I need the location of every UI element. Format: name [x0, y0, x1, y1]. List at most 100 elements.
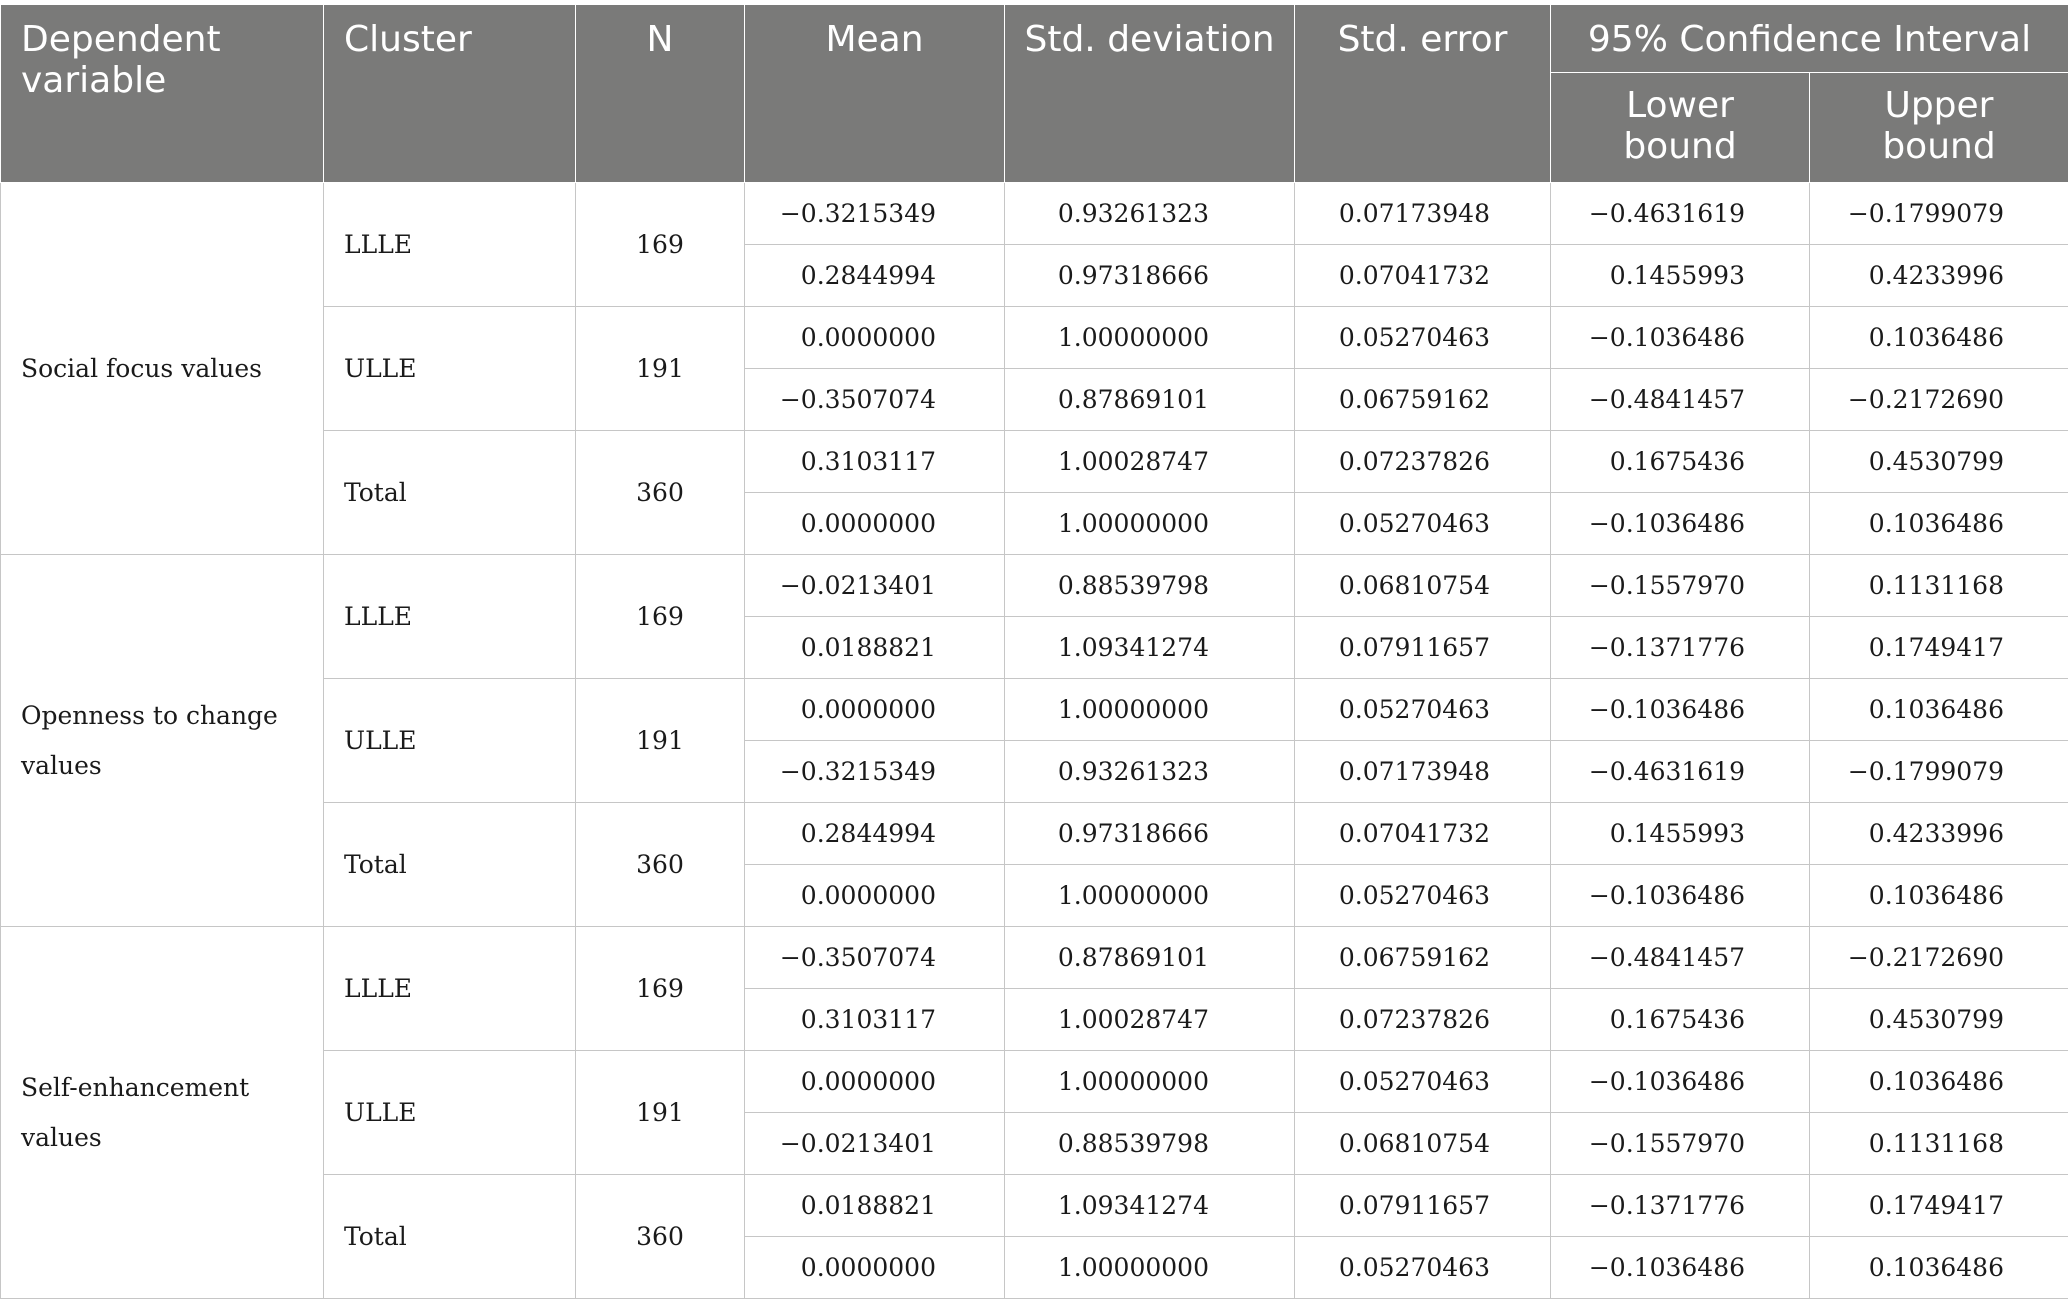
lower-bound-cell: −0.1036486 — [1550, 678, 1810, 741]
cluster-cell: LLLE — [323, 926, 576, 1051]
mean-cell: 0.0000000 — [744, 678, 1005, 741]
upper-bound-cell: 0.1749417 — [1809, 616, 2068, 679]
std-error-cell: 0.05270463 — [1294, 1050, 1551, 1113]
std-error-cell: 0.07237826 — [1294, 988, 1551, 1051]
mean-cell: 0.0000000 — [744, 306, 1005, 369]
n-cell: 360 — [575, 1174, 745, 1299]
std-error-cell: 0.06759162 — [1294, 926, 1551, 989]
dependent-variable-cell: Social focus values — [0, 182, 324, 555]
upper-bound-cell: 0.1131168 — [1809, 554, 2068, 617]
std-error-cell: 0.06810754 — [1294, 554, 1551, 617]
upper-bound-cell: 0.1036486 — [1809, 678, 2068, 741]
lower-bound-cell: −0.4841457 — [1550, 926, 1810, 989]
n-cell: 169 — [575, 926, 745, 1051]
std-error-cell: 0.07041732 — [1294, 802, 1551, 865]
header-mean: Mean — [744, 4, 1005, 183]
std-deviation-cell: 0.88539798 — [1004, 1112, 1295, 1175]
std-error-cell: 0.06759162 — [1294, 368, 1551, 431]
std-deviation-cell: 1.00028747 — [1004, 988, 1295, 1051]
upper-bound-cell: 0.1036486 — [1809, 306, 2068, 369]
std-deviation-cell: 1.00000000 — [1004, 306, 1295, 369]
header-n: N — [575, 4, 745, 183]
mean-cell: 0.0188821 — [744, 616, 1005, 679]
table-row: Self-enhancement values LLLE 169 −0.3507074… — [0, 926, 2068, 1299]
mean-cell: −0.3507074 — [744, 926, 1005, 989]
cluster-cell: LLLE — [323, 554, 576, 679]
table-header: Dependent variable Cluster N Mean Std. d… — [0, 4, 2068, 183]
std-deviation-cell: 1.09341274 — [1004, 1174, 1295, 1237]
header-std-deviation: Std. deviation — [1004, 4, 1295, 183]
upper-bound-cell: 0.1036486 — [1809, 492, 2068, 555]
header-cluster: Cluster — [323, 4, 576, 183]
std-error-cell: 0.07911657 — [1294, 616, 1551, 679]
lower-bound-cell: 0.1455993 — [1550, 244, 1810, 307]
std-deviation-cell: 0.93261323 — [1004, 182, 1295, 245]
std-deviation-cell: 1.00000000 — [1004, 492, 1295, 555]
std-deviation-cell: 1.00000000 — [1004, 864, 1295, 927]
lower-bound-cell: −0.1557970 — [1550, 554, 1810, 617]
lower-bound-cell: −0.1036486 — [1550, 1050, 1810, 1113]
std-error-cell: 0.05270463 — [1294, 864, 1551, 927]
n-cell: 169 — [575, 554, 745, 679]
mean-cell: −0.3507074 — [744, 368, 1005, 431]
descriptive-statistics-table: Dependent variable Cluster N Mean Std. d… — [0, 4, 2068, 1299]
mean-cell: −0.0213401 — [744, 1112, 1005, 1175]
lower-bound-cell: −0.4631619 — [1550, 182, 1810, 245]
lower-bound-cell: 0.1455993 — [1550, 802, 1810, 865]
upper-bound-cell: 0.4530799 — [1809, 430, 2068, 493]
std-deviation-cell: 0.87869101 — [1004, 368, 1295, 431]
mean-cell: 0.0000000 — [744, 1050, 1005, 1113]
lower-bound-cell: −0.4841457 — [1550, 368, 1810, 431]
std-deviation-cell: 1.00000000 — [1004, 678, 1295, 741]
mean-cell: 0.0000000 — [744, 492, 1005, 555]
lower-bound-cell: −0.1036486 — [1550, 306, 1810, 369]
mean-cell: −0.0213401 — [744, 554, 1005, 617]
dependent-variable-cell: Self-enhancement values — [0, 926, 324, 1299]
table-container: Dependent variable Cluster N Mean Std. d… — [0, 4, 2068, 1299]
mean-cell: 0.0000000 — [744, 1236, 1005, 1299]
upper-bound-cell: 0.1036486 — [1809, 864, 2068, 927]
n-cell: 191 — [575, 678, 745, 803]
std-deviation-cell: 0.97318666 — [1004, 244, 1295, 307]
std-error-cell: 0.06810754 — [1294, 1112, 1551, 1175]
std-deviation-cell: 1.00000000 — [1004, 1236, 1295, 1299]
cluster-cell: ULLE — [323, 678, 576, 803]
cluster-cell: Total — [323, 802, 576, 927]
upper-bound-cell: 0.1131168 — [1809, 1112, 2068, 1175]
lower-bound-cell: −0.1036486 — [1550, 864, 1810, 927]
std-deviation-cell: 0.87869101 — [1004, 926, 1295, 989]
mean-cell: 0.0188821 — [744, 1174, 1005, 1237]
mean-cell: −0.3215349 — [744, 740, 1005, 803]
header-upper-bound: Upper bound — [1809, 72, 2068, 183]
table-row: Openness to change values LLLE 169 −0.02134… — [0, 554, 2068, 927]
std-error-cell: 0.05270463 — [1294, 306, 1551, 369]
cluster-cell: ULLE — [323, 1050, 576, 1175]
upper-bound-cell: −0.2172690 — [1809, 926, 2068, 989]
std-error-cell: 0.07237826 — [1294, 430, 1551, 493]
std-error-cell: 0.07911657 — [1294, 1174, 1551, 1237]
n-cell: 360 — [575, 430, 745, 555]
table-row: Social focus values LLLE 169 −0.3215349 0.93… — [0, 182, 2068, 555]
lower-bound-cell: −0.1371776 — [1550, 1174, 1810, 1237]
upper-bound-cell: 0.1749417 — [1809, 1174, 2068, 1237]
upper-bound-cell: 0.1036486 — [1809, 1050, 2068, 1113]
header-confidence-interval: 95% Confidence Interval — [1550, 4, 2068, 73]
std-deviation-cell: 0.88539798 — [1004, 554, 1295, 617]
header-lower-bound: Lower bound — [1550, 72, 1810, 183]
n-cell: 191 — [575, 306, 745, 431]
std-deviation-cell: 0.97318666 — [1004, 802, 1295, 865]
upper-bound-cell: 0.4233996 — [1809, 244, 2068, 307]
std-deviation-cell: 1.00000000 — [1004, 1050, 1295, 1113]
upper-bound-cell: 0.1036486 — [1809, 1236, 2068, 1299]
lower-bound-cell: −0.4631619 — [1550, 740, 1810, 803]
n-cell: 191 — [575, 1050, 745, 1175]
upper-bound-cell: 0.4233996 — [1809, 802, 2068, 865]
mean-cell: −0.3215349 — [744, 182, 1005, 245]
header-dependent-variable: Dependent variable — [0, 4, 324, 183]
n-cell: 169 — [575, 182, 745, 307]
dependent-variable-cell: Openness to change values — [0, 554, 324, 927]
lower-bound-cell: −0.1371776 — [1550, 616, 1810, 679]
n-cell: 360 — [575, 802, 745, 927]
mean-cell: 0.3103117 — [744, 430, 1005, 493]
table-body: Social focus values LLLE 169 −0.3215349 0.93… — [0, 182, 2068, 1299]
